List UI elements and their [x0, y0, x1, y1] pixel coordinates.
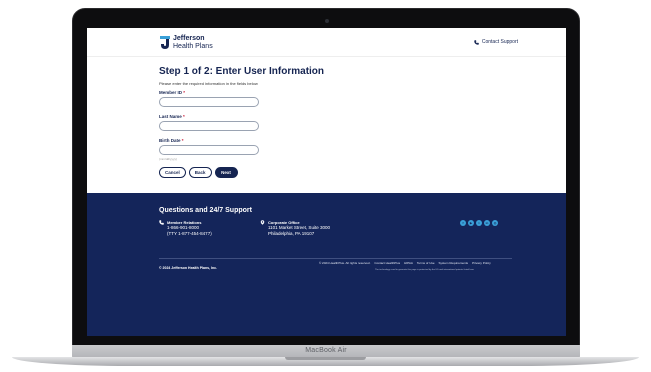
page-title: Step 1 of 2: Enter User Information — [159, 66, 325, 77]
member-relations: Member Relations 1-866-901-8000 (TTY 1-8… — [159, 220, 212, 237]
member-id-label-text: Member ID — [159, 90, 183, 95]
phone-icon — [474, 39, 479, 45]
back-button[interactable]: Back — [188, 167, 212, 178]
instagram-icon[interactable]: ◎ — [492, 220, 498, 226]
location-pin-icon — [260, 220, 265, 225]
corporate-office-address2: Philadelphia, PA 19107 — [268, 231, 315, 237]
contact-support-label: Contact Support — [481, 39, 518, 45]
last-name-label-text: Last Name — [159, 114, 182, 119]
form-instructions: Please enter the required information in… — [159, 81, 258, 86]
site-header: Jefferson Health Plans Contact Support — [87, 28, 566, 57]
laptop-bezel: Jefferson Health Plans Contact Support S… — [72, 8, 580, 355]
legal-link-system[interactable]: System Requirements — [439, 261, 469, 265]
required-marker: * — [181, 138, 184, 143]
device-model-label: MacBook Air — [305, 347, 347, 354]
birth-date-label: Birth Date * — [159, 138, 489, 143]
social-links: f ▶ t in ◎ — [460, 220, 500, 226]
contact-support-link[interactable]: Contact Support — [474, 39, 518, 45]
footer-copyright: © 2024 Jefferson Health Plans, Inc. — [159, 266, 218, 270]
cancel-button[interactable]: Cancel — [159, 167, 186, 178]
linkedin-icon[interactable]: in — [484, 220, 490, 226]
logo-text: Jefferson Health Plans — [173, 35, 213, 50]
stage: Jefferson Health Plans Contact Support S… — [0, 0, 651, 372]
last-name-input[interactable] — [159, 121, 259, 131]
youtube-icon[interactable]: ▶ — [468, 220, 474, 226]
phone-icon — [159, 220, 164, 225]
tech-note: The technology used to generate this pag… — [375, 269, 474, 271]
required-marker: * — [183, 90, 186, 95]
member-id-label: Member ID * — [159, 90, 489, 95]
member-relations-tty[interactable]: (TTY 1-877-454-8477) — [167, 231, 212, 237]
corporate-office: Corporate Office 1101 Market Street, Sui… — [260, 220, 330, 237]
site-footer: Questions and 24/7 Support Member Relati… — [87, 193, 566, 336]
user-info-form: Step 1 of 2: Enter User Information Plea… — [159, 66, 489, 178]
footer-title: Questions and 24/7 Support — [159, 207, 252, 214]
jefferson-logo-icon — [160, 36, 170, 49]
last-name-label: Last Name * — [159, 114, 489, 119]
logo-line2: Health Plans — [173, 43, 213, 50]
twitter-icon[interactable]: t — [476, 220, 482, 226]
legal-link-terms[interactable]: Terms of Use — [417, 261, 435, 265]
legal-link-contact[interactable]: Contact HealthPlus — [374, 261, 400, 265]
birth-date-label-text: Birth Date — [159, 138, 181, 143]
legal-copyright: © 2024 HealthPlus. All rights reserved. — [319, 261, 371, 265]
logo-line1: Jefferson — [173, 35, 205, 42]
laptop-screen: Jefferson Health Plans Contact Support S… — [87, 28, 566, 336]
required-marker: * — [183, 114, 185, 119]
member-id-input[interactable] — [159, 97, 259, 107]
facebook-icon[interactable]: f — [460, 220, 466, 226]
jefferson-logo[interactable]: Jefferson Health Plans — [160, 35, 213, 50]
camera-icon — [325, 19, 329, 23]
birth-date-hint: (mm/dd/yyyy) — [159, 157, 177, 161]
legal-link-hipaa[interactable]: HIPAA — [404, 261, 413, 265]
birth-date-input[interactable] — [159, 145, 259, 155]
legal-link-privacy[interactable]: Privacy Policy — [472, 261, 491, 265]
next-button[interactable]: Next — [214, 167, 238, 178]
laptop-notch — [285, 357, 366, 360]
footer-divider — [159, 258, 512, 259]
form-buttons: Cancel Back Next — [159, 167, 489, 178]
legal-links: © 2024 HealthPlus. All rights reserved. … — [319, 261, 495, 265]
